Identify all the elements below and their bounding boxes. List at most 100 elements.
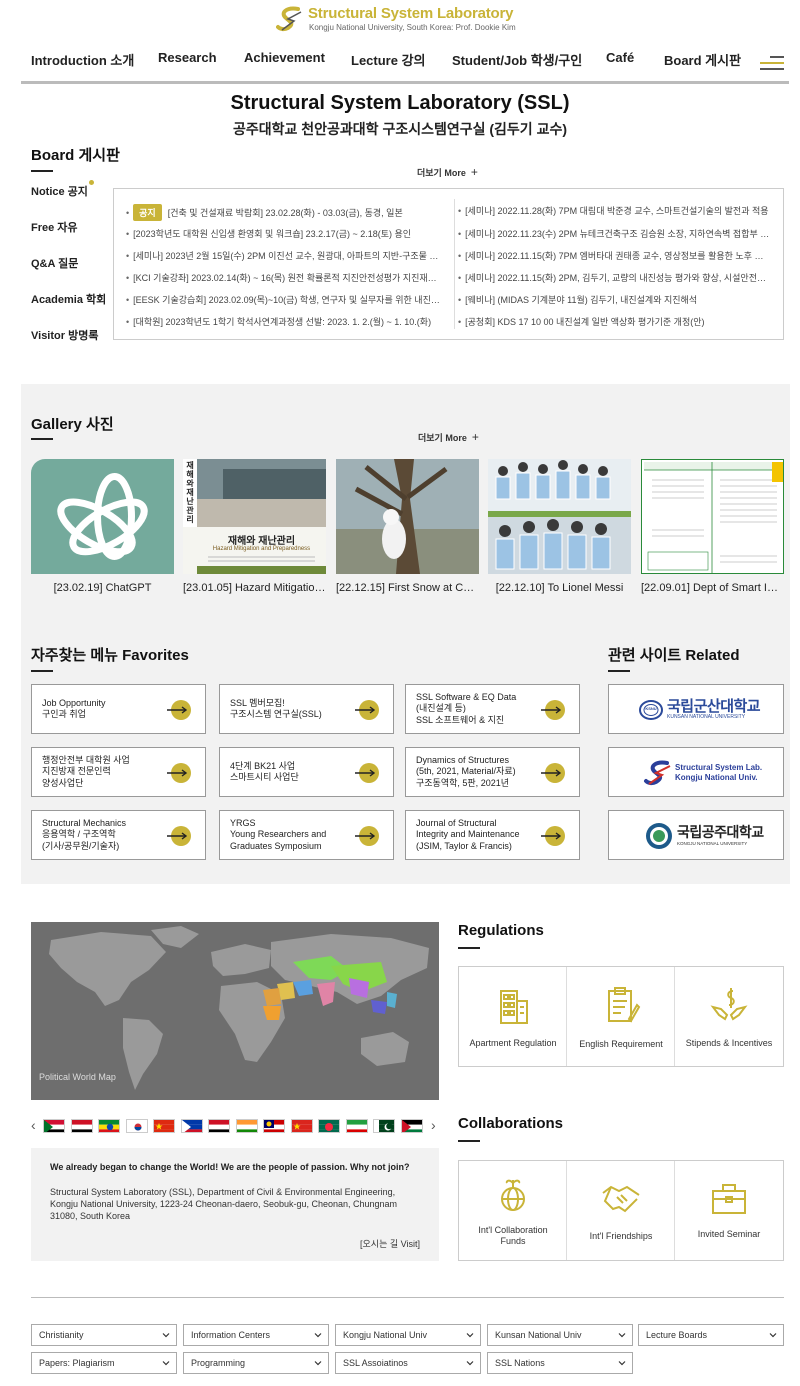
hamburger-icon[interactable]: [760, 56, 784, 70]
board-post[interactable]: [세미나] 2022.11.23(수) 2PM 뉴테크건축구조 김승원 소장, …: [458, 227, 770, 240]
chevron-left-icon[interactable]: ‹: [31, 1117, 36, 1133]
tab-visitor[interactable]: Visitor 방명록: [31, 327, 98, 343]
board-post[interactable]: [대학원] 2023학년도 1학기 학석사연계과정생 선발: 2023. 1. …: [126, 315, 444, 328]
flag-jordan-icon[interactable]: [400, 1119, 423, 1133]
regulation-english[interactable]: English Requirement: [567, 967, 675, 1066]
board-post[interactable]: [공청회] KDS 17 10 00 내진설계 일반 액상화 평가기준 개정(안…: [458, 315, 770, 328]
flag-philippines-icon[interactable]: [180, 1119, 203, 1133]
footer-select-kongju-national-univ[interactable]: Kongju National Univ: [335, 1324, 481, 1346]
related-kunsan-univ[interactable]: KSNU 국립군산대학교 KUNSAN NATIONAL UNIVERSITY: [608, 684, 784, 734]
board-post[interactable]: [세미나] 2023년 2월 15일(수) 2PM 이진선 교수, 원광대, 아…: [126, 249, 444, 262]
board-post[interactable]: [세미나] 2022.11.15(화) 7PM 엠버타대 권태종 교수, 영상정…: [458, 249, 770, 262]
board-heading: Board 게시판: [31, 147, 120, 164]
gallery-image-book[interactable]: 재해와 재난관리 재해와 재난관리 Hazard Mitigation and …: [183, 459, 326, 574]
nav-achievement[interactable]: Achievement: [244, 50, 325, 65]
gallery-caption[interactable]: [22.09.01] Dept of Smart Infrastructure: [641, 582, 784, 594]
flag-india-icon[interactable]: [235, 1119, 258, 1133]
header-divider: [21, 81, 789, 84]
gallery-image-messi[interactable]: [488, 459, 631, 574]
gallery-caption[interactable]: [22.12.10] To Lionel Messi: [488, 582, 631, 594]
nav-cafe[interactable]: Café: [606, 50, 634, 65]
favorite-jsim[interactable]: Journal of Structural Integrity and Main…: [405, 810, 580, 860]
board-post-list: 공지[건축 및 건설재료 박람회] 23.02.28(화) - 03.03(금)…: [113, 188, 784, 340]
footer-select-christianity[interactable]: Christianity: [31, 1324, 177, 1346]
book-title: 재해와 재난관리: [227, 536, 296, 547]
world-map[interactable]: Political World Map: [31, 922, 439, 1100]
related-ssl-lab[interactable]: Structural System Lab. Kongju National U…: [608, 747, 784, 797]
flag-bangladesh-icon[interactable]: [318, 1119, 340, 1133]
about-tagline: We already began to change the World! We…: [50, 1162, 410, 1172]
flag-iraq-icon[interactable]: [208, 1119, 230, 1133]
briefcase-icon: [712, 1184, 746, 1214]
board-post[interactable]: [KCI 기술강좌] 2023.02.14(화) ~ 16(목) 원전 확률론적…: [126, 271, 444, 284]
footer-select-ssl-nations[interactable]: SSL Nations: [487, 1352, 633, 1374]
favorite-ssl-members[interactable]: SSL 멤버모집! 구조시스템 연구실(SSL): [219, 684, 394, 734]
gallery-image-chatgpt[interactable]: [31, 459, 174, 574]
nav-student-job[interactable]: Student/Job 학생/구인: [452, 50, 582, 69]
flag-ethiopia-icon[interactable]: [98, 1119, 120, 1133]
favorite-job[interactable]: Job Opportunity 구인과 취업: [31, 684, 206, 734]
favorite-yrgs[interactable]: YRGS Young Researchers and Graduates Sym…: [219, 810, 394, 860]
site-logo[interactable]: Structural System Laboratory Kongju Nati…: [276, 5, 524, 33]
regulation-label: Stipends & Incentives: [685, 1038, 773, 1048]
collaboration-funds[interactable]: Int'l Collaboration Funds: [459, 1161, 567, 1260]
flag-south-korea-icon[interactable]: [125, 1119, 148, 1133]
favorite-dynamics-book[interactable]: Dynamics of Structures (5th, 2021, Mater…: [405, 747, 580, 797]
flag-malaysia-icon[interactable]: [263, 1119, 285, 1133]
chevron-down-icon: [618, 1361, 626, 1366]
footer-select-ssl-assoiatinos[interactable]: SSL Assoiatinos: [335, 1352, 481, 1374]
gallery-image-dept[interactable]: [641, 459, 784, 574]
logo-title: Structural System Laboratory: [308, 5, 514, 22]
tab-free[interactable]: Free 자유: [31, 219, 78, 235]
board-post[interactable]: [세미나] 2022.11.28(화) 7PM 대림대 박준경 교수, 스마트건…: [458, 204, 770, 217]
tab-notice[interactable]: Notice 공지: [31, 180, 94, 199]
board-more-link[interactable]: 더보기 More +: [417, 165, 478, 179]
chevron-right-icon[interactable]: ›: [431, 1117, 436, 1133]
collaboration-label: Invited Seminar: [697, 1229, 761, 1239]
regulation-stipends[interactable]: Stipends & Incentives: [675, 967, 783, 1066]
gallery-caption[interactable]: [23.02.19] ChatGPT: [31, 582, 174, 594]
flag-egypt-icon[interactable]: [70, 1119, 93, 1133]
flag-china-icon[interactable]: [153, 1119, 175, 1133]
favorite-disaster-program[interactable]: 행정안전부 대학원 사업 지진방재 전문인력 양성사업단: [31, 747, 206, 797]
board-post[interactable]: [세미나] 2022.11.15(화) 2PM, 김두기, 교량의 내진성능 평…: [458, 271, 770, 284]
footer-select-lecture-boards[interactable]: Lecture Boards: [638, 1324, 784, 1346]
favorite-label: 행정안전부 대학원 사업 지진방재 전문인력 양성사업단: [42, 754, 130, 788]
related-kongju-univ[interactable]: 국립공주대학교 KONGJU NATIONAL UNIVERSITY: [608, 810, 784, 860]
regulations-heading-rule: [458, 947, 480, 949]
favorite-mechanics[interactable]: Structural Mechanics 응용역학 / 구조역학 (기사/공무원…: [31, 810, 206, 860]
tab-academia[interactable]: Academia 학회: [31, 291, 106, 307]
gallery-caption[interactable]: [23.01.05] Hazard Mitigation and Prepare…: [183, 582, 326, 594]
collaboration-seminar[interactable]: Invited Seminar: [675, 1161, 783, 1260]
board-post[interactable]: [EESK 기술강습회] 2023.02.09(목)~10(금) 학생, 연구자…: [126, 293, 444, 306]
board-post[interactable]: [웨비나] (MIDAS 기계분야 11월) 김두기, 내진설계와 지진해석: [458, 293, 770, 306]
nav-board[interactable]: Board 게시판: [664, 50, 741, 69]
footer-select-papers-plagiarism[interactable]: Papers: Plagiarism: [31, 1352, 177, 1374]
globe-plant-icon: [501, 1179, 525, 1211]
gallery-image-snow[interactable]: [336, 459, 479, 574]
flag-pakistan-icon[interactable]: [373, 1119, 395, 1133]
favorite-bk21[interactable]: 4단계 BK21 사업 스마트시티 사업단: [219, 747, 394, 797]
regulation-apartment[interactable]: Apartment Regulation: [459, 967, 567, 1066]
footer-select-kunsan-national-univ[interactable]: Kunsan National Univ: [487, 1324, 633, 1346]
gallery-caption[interactable]: [22.12.15] First Snow at Campus: [336, 582, 479, 594]
favorite-label: Structural Mechanics 응용역학 / 구조역학 (기사/공무원…: [42, 817, 127, 851]
visit-link[interactable]: [오시는 길 Visit]: [360, 1237, 420, 1250]
nav-lecture[interactable]: Lecture 강의: [351, 50, 426, 69]
board-post[interactable]: 공지[건축 및 건설재료 박람회] 23.02.28(화) - 03.03(금)…: [126, 204, 444, 221]
related-kunsan-sub: KUNSAN NATIONAL UNIVERSITY: [667, 714, 746, 720]
collaboration-friendships[interactable]: Int'l Friendships: [567, 1161, 675, 1260]
favorite-ssl-software[interactable]: SSL Software & EQ Data (내진설계 등) SSL 소프트웨…: [405, 684, 580, 734]
tab-qna[interactable]: Q&A 질문: [31, 255, 78, 271]
gallery-more-link[interactable]: 더보기 More +: [418, 430, 479, 444]
board-post[interactable]: [2023학년도 대학원 신입생 환영회 및 워크숍] 23.2.17(금) ~…: [126, 227, 444, 240]
footer-select-programming[interactable]: Programming: [183, 1352, 329, 1374]
flag-iran-icon[interactable]: [345, 1119, 368, 1133]
nav-research[interactable]: Research: [158, 50, 217, 65]
flag-vietnam-icon[interactable]: [290, 1119, 313, 1133]
footer-select-information-centers[interactable]: Information Centers: [183, 1324, 329, 1346]
favorite-label: YRGS Young Researchers and Graduates Sym…: [230, 817, 327, 851]
flag-sudan-icon[interactable]: [43, 1119, 65, 1133]
nav-introduction[interactable]: Introduction 소개: [31, 50, 134, 69]
gallery-heading: Gallery 사진: [31, 416, 114, 433]
